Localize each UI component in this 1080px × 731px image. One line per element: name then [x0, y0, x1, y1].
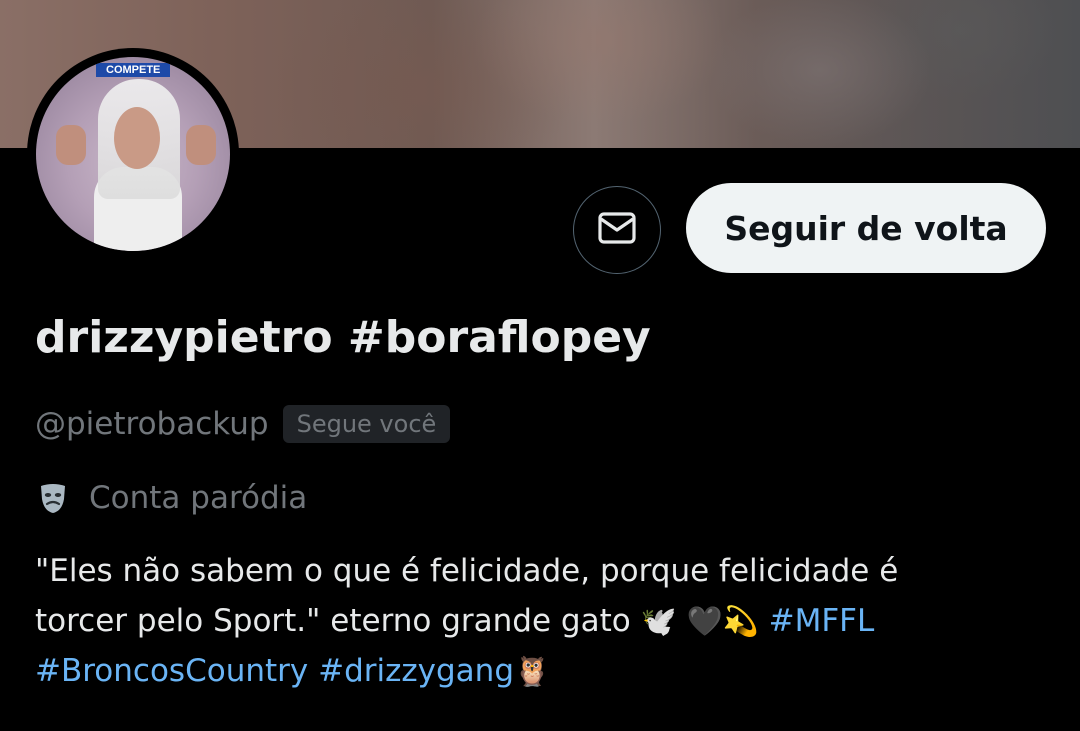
follow-back-button[interactable]: Seguir de volta [686, 183, 1046, 273]
avatar[interactable]: COMPETE [36, 57, 230, 251]
profile-bio: "Eles não sabem o que é felicidade, porq… [35, 546, 1045, 696]
owl-emoji: 🦉 [514, 654, 551, 688]
user-handle: @pietrobackup [35, 406, 269, 442]
bio-line-1: "Eles não sabem o que é felicidade, porq… [35, 553, 899, 589]
hashtag-link[interactable]: #MFFL [769, 603, 875, 639]
dove-emoji: 🕊️ [640, 604, 677, 638]
hashtag-link[interactable]: #BroncosCountry [35, 653, 308, 689]
hashtag-link[interactable]: #drizzygang [318, 653, 514, 689]
dizzy-emoji: 💫 [722, 604, 759, 638]
handle-row: @pietrobackup Segue você [35, 405, 451, 443]
parody-text: Conta paródia [89, 480, 308, 516]
black-heart-emoji: 🖤 [686, 604, 723, 638]
avatar-hand-right [186, 125, 216, 165]
avatar-hand-left [56, 125, 86, 165]
theater-mask-icon [35, 480, 71, 516]
follows-you-badge: Segue você [282, 405, 451, 443]
avatar-face [114, 107, 160, 169]
message-button[interactable] [573, 186, 661, 274]
envelope-icon [597, 211, 637, 249]
display-name: drizzypietro #boraflopey [35, 312, 651, 363]
bio-line-3: #BroncosCountry #drizzygang🦉 [35, 646, 1045, 696]
avatar-sign: COMPETE [96, 63, 171, 77]
bio-line-2: torcer pelo Sport." eterno grande gato 🕊… [35, 596, 1045, 646]
bio-text: torcer pelo Sport." eterno grande gato [35, 603, 641, 639]
parody-account-label[interactable]: Conta paródia [35, 480, 307, 516]
